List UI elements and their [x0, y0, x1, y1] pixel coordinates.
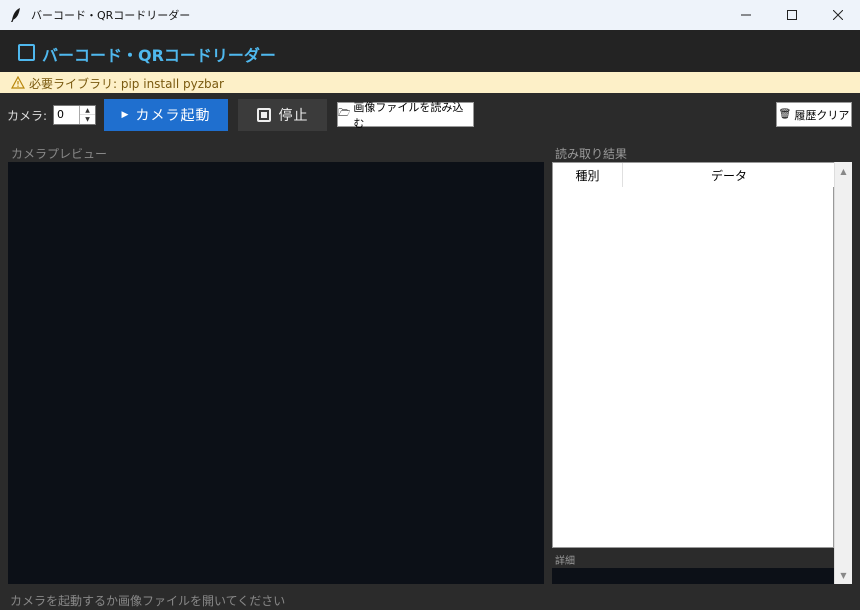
app-header: バーコード・QRコードリーダー — [0, 30, 860, 72]
scan-frame-icon — [18, 44, 35, 61]
stop-icon — [256, 108, 271, 122]
warning-icon — [11, 76, 25, 89]
warning-text: 必要ライブラリ: pip install pyzbar — [29, 77, 224, 91]
status-text: カメラを起動するか画像ファイルを開いてください — [10, 594, 286, 608]
play-icon: ▶ — [121, 110, 130, 120]
clear-history-button[interactable]: 🗑 履歴クリア — [776, 102, 852, 127]
stop-label: 停止 — [278, 108, 309, 124]
spin-up-icon[interactable]: ▲ — [80, 106, 95, 115]
toolbar: カメラ: 0 ▲ ▼ ▶ カメラ起動 停止 🗁 画像ファイルを読み込む 🗑 履歴… — [0, 93, 860, 137]
folder-icon: 🗁 — [338, 108, 351, 119]
clear-history-label: 履歴クリア — [794, 108, 850, 122]
detail-text-area[interactable] — [552, 568, 834, 584]
close-button[interactable] — [815, 0, 860, 30]
app-title: バーコード・QRコードリーダー — [42, 46, 276, 65]
close-icon — [833, 10, 843, 20]
spin-down-icon[interactable]: ▼ — [80, 115, 95, 124]
trash-icon: 🗑 — [778, 109, 792, 120]
detail-label: 詳細 — [555, 556, 575, 567]
open-image-button[interactable]: 🗁 画像ファイルを読み込む — [337, 101, 474, 130]
results-scrollbar[interactable]: ▲ ▼ — [834, 162, 852, 584]
results-label: 読み取り結果 — [555, 147, 628, 161]
maximize-button[interactable] — [769, 0, 815, 30]
camera-index-value[interactable]: 0 — [57, 108, 64, 121]
start-camera-button[interactable]: ▶ カメラ起動 — [104, 99, 228, 131]
column-header-kind[interactable]: 種別 — [553, 163, 623, 187]
start-camera-label: カメラ起動 — [135, 108, 211, 124]
scroll-down-icon[interactable]: ▼ — [835, 568, 852, 582]
results-table[interactable]: 種別 データ — [552, 162, 834, 548]
scroll-up-icon[interactable]: ▲ — [835, 164, 852, 178]
camera-index-spinbox[interactable]: 0 ▲ ▼ — [53, 105, 96, 125]
maximize-icon — [787, 10, 797, 20]
status-bar: カメラを起動するか画像ファイルを開いてください — [0, 590, 860, 610]
minimize-button[interactable] — [723, 0, 769, 30]
warning-banner: 必要ライブラリ: pip install pyzbar — [0, 72, 860, 93]
preview-label: カメラプレビュー — [11, 147, 108, 161]
open-image-label: 画像ファイルを読み込む — [353, 100, 464, 130]
window-title: バーコード・QRコードリーダー — [31, 9, 191, 22]
minimize-icon — [741, 14, 751, 16]
camera-label: カメラ: — [7, 109, 48, 123]
camera-preview — [8, 162, 544, 584]
spinbox-arrows: ▲ ▼ — [79, 106, 95, 124]
window-titlebar: バーコード・QRコードリーダー — [0, 0, 860, 30]
stop-button[interactable]: 停止 — [238, 99, 327, 131]
column-header-data[interactable]: データ — [624, 163, 834, 187]
feather-icon — [11, 8, 20, 22]
